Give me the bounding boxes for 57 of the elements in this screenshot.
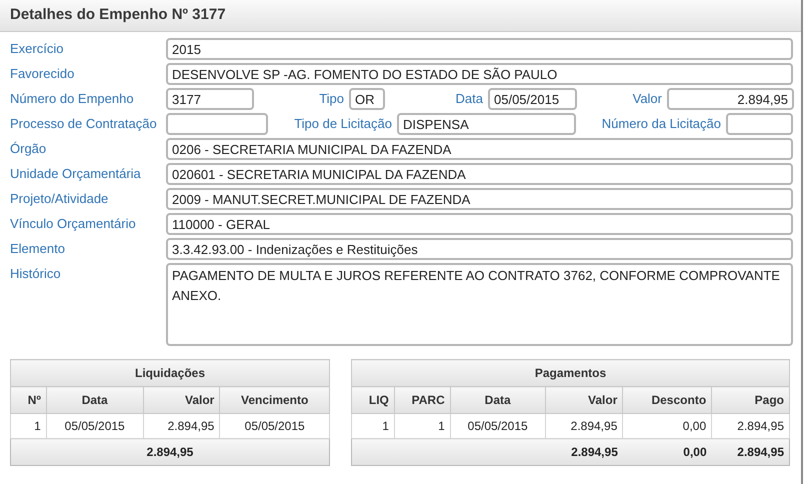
input-field[interactable]: DISPENSA	[397, 113, 576, 135]
input-field[interactable]: 3177	[166, 88, 254, 110]
input-field[interactable]: OR	[349, 88, 385, 110]
column-header: PARC	[394, 386, 450, 414]
input-field[interactable]: 2.894,95	[667, 88, 794, 110]
total-value: 2.894,95	[712, 438, 790, 466]
input-field[interactable]: 110000 - GERAL	[166, 213, 793, 235]
table-cell: 1	[352, 414, 394, 438]
table-cell: 2.894,95	[712, 414, 790, 438]
total-value: 2.894,95	[545, 438, 623, 466]
input-field[interactable]: 0206 - SECRETARIA MUNICIPAL DA FAZENDA	[166, 138, 793, 160]
table-cell: 2.894,95	[143, 414, 220, 438]
field-label: Vínculo Orçamentário	[10, 215, 136, 234]
input-field[interactable]	[166, 113, 268, 135]
field-label: Projeto/Atividade	[10, 190, 108, 208]
table-cell: 05/05/2015	[46, 414, 144, 438]
input-field[interactable]	[726, 113, 793, 135]
window-title: Detalhes do Empenho Nº 3177	[10, 5, 226, 26]
field-label: Histórico	[10, 265, 61, 284]
input-field[interactable]: 2015	[166, 38, 793, 60]
input-field[interactable]: DESENVOLVE SP -AG. FOMENTO DO ESTADO DE SÃO PAULO	[166, 63, 793, 85]
field-label: Processo de Contratação	[10, 115, 157, 134]
field-label: Data	[456, 90, 483, 108]
input-field[interactable]: 020601 - SECRETARIA MUNICIPAL DA FAZENDA	[166, 163, 793, 185]
table-cell: 1	[10, 414, 46, 438]
column-header: Data	[46, 386, 144, 414]
column-header: Valor	[545, 386, 623, 414]
field-label: Exercício	[10, 40, 64, 58]
field-label: Unidade Orçamentária	[10, 165, 141, 184]
table-title: Pagamentos	[352, 360, 790, 386]
field-label: Tipo	[319, 90, 344, 108]
field-label: Valor	[632, 90, 662, 108]
column-header: Vencimento	[220, 386, 330, 414]
field-label: Tipo de Licitação	[294, 115, 392, 134]
field-label: Órgão	[10, 140, 46, 158]
table-cell: 1	[394, 414, 450, 438]
field-label: Número da Licitação	[602, 115, 721, 134]
field-label: Favorecido	[10, 65, 74, 84]
total-value: 0,00	[622, 438, 712, 466]
column-header: Nº	[10, 386, 46, 414]
table-cell: 2.894,95	[545, 414, 623, 438]
field-label: Elemento	[10, 240, 65, 258]
table-cell: 05/05/2015	[450, 414, 546, 438]
column-header: Desconto	[622, 386, 712, 414]
field-label: Número do Empenho	[10, 90, 134, 108]
column-header: Data	[450, 386, 546, 414]
table-cell: 05/05/2015	[220, 414, 330, 438]
total-value: 2.894,95	[146, 445, 194, 459]
input-field[interactable]: PAGAMENTO DE MULTA E JUROS REFERENTE AO CONTRATO 3762, CONFORME COMPROVANTE ANEXO.	[166, 263, 793, 346]
input-field[interactable]: 05/05/2015	[488, 88, 577, 110]
column-header: Pago	[712, 386, 790, 414]
column-header: LIQ	[352, 386, 394, 414]
table-title: Liquidações	[10, 360, 330, 386]
input-field[interactable]: 3.3.42.93.00 - Indenizações e Restituições	[166, 238, 793, 260]
table-cell: 0,00	[622, 414, 712, 438]
column-header: Valor	[143, 386, 220, 414]
input-field[interactable]: 2009 - MANUT.SECRET.MUNICIPAL DE FAZENDA	[166, 188, 793, 210]
